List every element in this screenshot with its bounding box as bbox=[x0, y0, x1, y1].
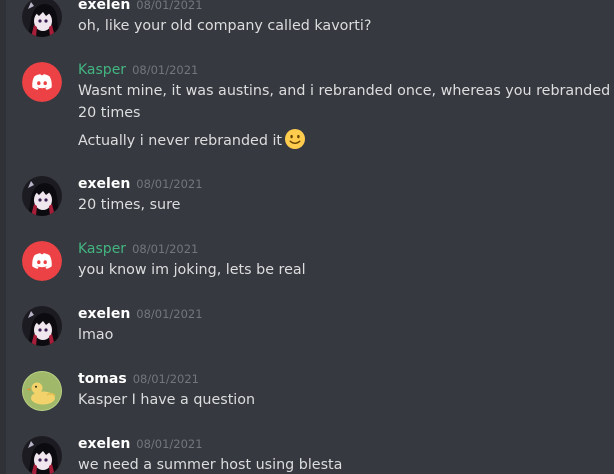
discord-logo-avatar[interactable] bbox=[22, 241, 62, 281]
author-name[interactable]: Kasper bbox=[78, 62, 126, 78]
message-header: exelen 08/01/2021 bbox=[78, 433, 203, 454]
author-name[interactable]: exelen bbox=[78, 176, 130, 192]
message-header: exelen 08/01/2021 bbox=[78, 173, 203, 194]
message-text: you know im joking, lets be real bbox=[78, 262, 306, 278]
message-header: Kasper 08/01/2021 bbox=[78, 59, 198, 80]
slightly-smiling-face-emoji bbox=[284, 128, 306, 157]
message-header: tomas 08/01/2021 bbox=[78, 368, 199, 389]
author-name[interactable]: exelen bbox=[78, 0, 130, 13]
message-header: exelen 08/01/2021 bbox=[78, 303, 203, 324]
message-text: oh, like your old company called kavorti… bbox=[78, 18, 372, 34]
left-edge-rail bbox=[0, 0, 6, 474]
message-text: lmao bbox=[78, 327, 114, 343]
timestamp: 08/01/2021 bbox=[132, 242, 199, 256]
author-name[interactable]: exelen bbox=[78, 306, 130, 322]
exelen-avatar[interactable] bbox=[22, 176, 62, 216]
timestamp: 08/01/2021 bbox=[136, 437, 203, 451]
timestamp: 08/01/2021 bbox=[136, 307, 203, 321]
exelen-avatar[interactable] bbox=[22, 0, 62, 37]
discord-logo-avatar[interactable] bbox=[22, 62, 62, 102]
message-header: Kasper 08/01/2021 bbox=[78, 238, 198, 259]
timestamp: 08/01/2021 bbox=[136, 0, 203, 12]
timestamp: 08/01/2021 bbox=[136, 177, 203, 191]
duck-avatar[interactable] bbox=[22, 371, 62, 411]
message-text: 20 times, sure bbox=[78, 197, 181, 213]
message-text: we need a summer host using blesta bbox=[78, 457, 343, 473]
message-text: Kasper I have a question bbox=[78, 392, 256, 408]
message-text-line: Actually i never rebranded it bbox=[78, 128, 306, 157]
timestamp: 08/01/2021 bbox=[132, 372, 199, 386]
message-text: 20 times bbox=[78, 105, 141, 121]
message-header: exelen 08/01/2021 bbox=[78, 0, 203, 15]
message-text: Actually i never rebranded it bbox=[78, 133, 283, 149]
author-name[interactable]: Kasper bbox=[78, 241, 126, 257]
exelen-avatar[interactable] bbox=[22, 436, 62, 474]
author-name[interactable]: tomas bbox=[78, 371, 127, 387]
message-text: Wasnt mine, it was austins, and i rebran… bbox=[78, 83, 611, 99]
timestamp: 08/01/2021 bbox=[132, 63, 199, 77]
exelen-avatar[interactable] bbox=[22, 306, 62, 346]
author-name[interactable]: exelen bbox=[78, 436, 130, 452]
